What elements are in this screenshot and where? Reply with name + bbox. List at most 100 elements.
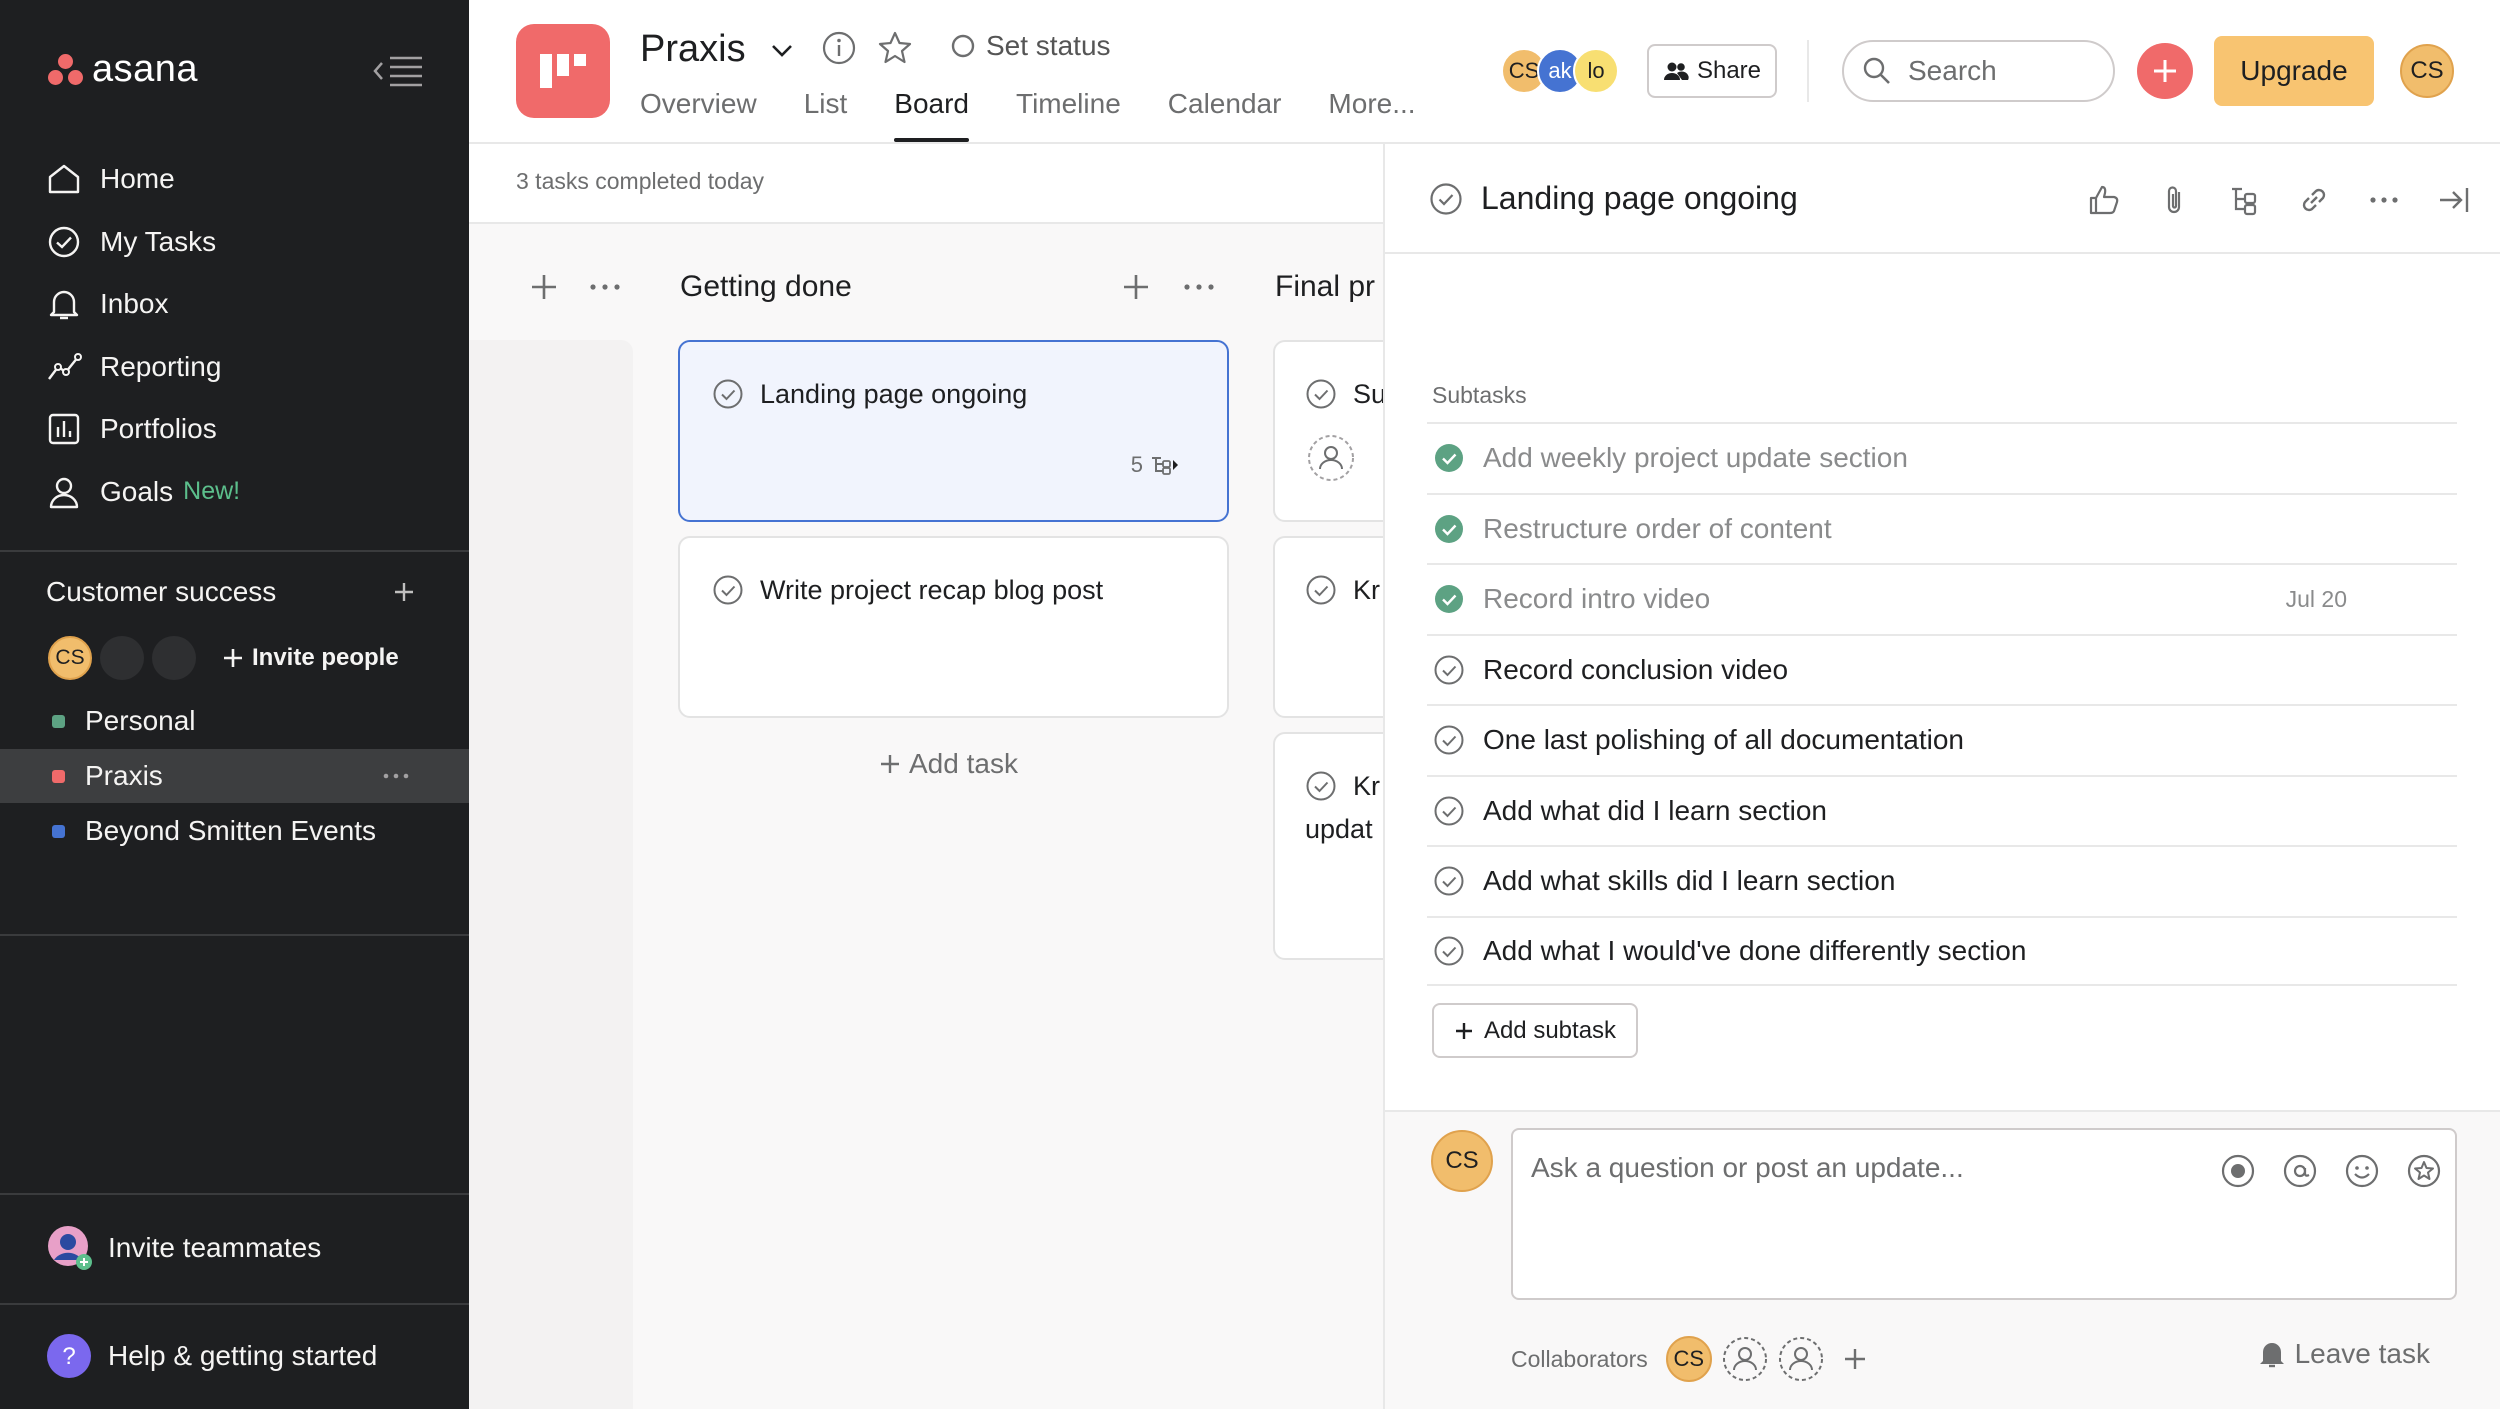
appreciation-star-icon[interactable]: [2405, 1152, 2443, 1190]
task-card[interactable]: Kr: [1273, 536, 1383, 718]
subtask-row[interactable]: Restructure order of content: [1427, 492, 2457, 564]
column-title[interactable]: Final pr: [1275, 270, 1375, 304]
record-icon[interactable]: [2219, 1152, 2257, 1190]
sidebar-item-reporting[interactable]: Reporting: [46, 336, 240, 399]
sidebar-item-inbox[interactable]: Inbox: [46, 273, 240, 336]
avatar[interactable]: lo: [1573, 48, 1619, 94]
tab-calendar[interactable]: Calendar: [1168, 88, 1282, 142]
invite-teammates-button[interactable]: Invite teammates: [46, 1224, 321, 1272]
emoji-icon[interactable]: [2343, 1152, 2381, 1190]
subtask-due-date[interactable]: Jul 20: [2286, 586, 2347, 613]
assignee-placeholder-icon[interactable]: [1307, 434, 1355, 482]
complete-check-icon[interactable]: [712, 574, 744, 606]
add-collaborator-icon[interactable]: [1842, 1346, 1868, 1372]
project-icon[interactable]: [516, 24, 610, 118]
task-detail-title[interactable]: Landing page ongoing: [1429, 180, 1798, 217]
subtask-row[interactable]: Record conclusion video: [1427, 633, 2457, 705]
subtask-row[interactable]: Add weekly project update section: [1427, 422, 2457, 493]
add-column-task-icon[interactable]: [529, 272, 559, 302]
avatar[interactable]: CS: [1431, 1130, 1493, 1192]
complete-check-icon[interactable]: [1429, 182, 1463, 216]
search-input[interactable]: Search: [1842, 40, 2115, 102]
complete-check-icon[interactable]: [1433, 935, 1465, 967]
help-button[interactable]: ? Help & getting started: [46, 1333, 377, 1379]
share-button[interactable]: Share: [1647, 44, 1777, 98]
sidebar-item-my-tasks[interactable]: My Tasks: [46, 211, 240, 274]
completed-check-icon[interactable]: [1433, 442, 1465, 474]
tab-overview[interactable]: Overview: [640, 88, 757, 142]
add-subtask-button[interactable]: Add subtask: [1432, 1003, 1638, 1058]
subtask-count[interactable]: 5: [1131, 452, 1179, 478]
subtask-label[interactable]: Add what did I learn section: [1483, 795, 1827, 827]
tab-board[interactable]: Board: [894, 88, 969, 142]
sidebar-item-home[interactable]: Home: [46, 148, 240, 211]
complete-check-icon[interactable]: [1305, 770, 1337, 802]
subtask-row[interactable]: One last polishing of all documentation: [1427, 704, 2457, 775]
tab-list[interactable]: List: [804, 88, 848, 142]
project-title[interactable]: Praxis: [640, 28, 796, 71]
more-icon[interactable]: [2364, 180, 2404, 220]
collapse-sidebar-icon[interactable]: [372, 54, 424, 88]
chevron-down-icon[interactable]: [768, 36, 796, 64]
task-card[interactable]: Write project recap blog post: [678, 536, 1229, 718]
avatar[interactable]: CS: [1665, 1336, 1712, 1382]
like-icon[interactable]: [2084, 180, 2124, 220]
link-icon[interactable]: [2294, 180, 2334, 220]
close-pane-icon[interactable]: [2434, 180, 2474, 220]
project-members[interactable]: CS ak lo: [1501, 48, 1619, 94]
info-icon[interactable]: [821, 30, 857, 66]
add-column-task-icon[interactable]: [1121, 272, 1151, 302]
sidebar-project-beyond-smitten-events[interactable]: Beyond Smitten Events: [0, 804, 469, 858]
add-task-button[interactable]: Add task: [879, 748, 1018, 780]
complete-check-icon[interactable]: [1433, 795, 1465, 827]
subtask-label[interactable]: Restructure order of content: [1483, 513, 1832, 545]
task-card[interactable]: Kr updat: [1273, 732, 1383, 960]
plus-icon[interactable]: [392, 580, 416, 604]
subtask-row[interactable]: Record intro video Jul 20: [1427, 563, 2457, 634]
tab-more[interactable]: More...: [1328, 88, 1415, 142]
subtask-row[interactable]: Add what did I learn section: [1427, 774, 2457, 846]
task-card[interactable]: Landing page ongoing 5: [678, 340, 1229, 522]
user-avatar[interactable]: CS: [2400, 44, 2454, 98]
asana-logo[interactable]: asana: [48, 48, 198, 91]
completed-check-icon[interactable]: [1433, 583, 1465, 615]
subtask-label[interactable]: Add weekly project update section: [1483, 442, 1908, 474]
subtask-label[interactable]: Add what skills did I learn section: [1483, 865, 1895, 897]
subtask-icon[interactable]: [2224, 180, 2264, 220]
complete-check-icon[interactable]: [1305, 378, 1337, 410]
sidebar-project-personal[interactable]: Personal: [0, 694, 469, 748]
tab-timeline[interactable]: Timeline: [1016, 88, 1121, 142]
subtask-row[interactable]: Add what I would've done differently sec…: [1427, 915, 2457, 986]
upgrade-button[interactable]: Upgrade: [2214, 36, 2374, 106]
comment-input[interactable]: Ask a question or post an update...: [1511, 1128, 2457, 1300]
more-icon[interactable]: [1181, 272, 1217, 302]
invite-people-button[interactable]: Invite people: [222, 644, 399, 672]
mention-icon[interactable]: [2281, 1152, 2319, 1190]
complete-check-icon[interactable]: [1433, 724, 1465, 756]
subtask-label[interactable]: One last polishing of all documentation: [1483, 724, 1964, 756]
star-icon[interactable]: [877, 30, 913, 66]
subtask-label[interactable]: Add what I would've done differently sec…: [1483, 935, 2026, 967]
subtask-row[interactable]: Add what skills did I learn section: [1427, 845, 2457, 916]
set-status-button[interactable]: Set status: [950, 30, 1111, 62]
attachment-icon[interactable]: [2154, 180, 2194, 220]
task-card[interactable]: Su: [1273, 340, 1383, 522]
complete-check-icon[interactable]: [1305, 574, 1337, 606]
sidebar-project-praxis[interactable]: Praxis: [0, 749, 469, 803]
subtask-label[interactable]: Record conclusion video: [1483, 654, 1788, 686]
complete-check-icon[interactable]: [1433, 654, 1465, 686]
leave-task-button[interactable]: Leave task: [2257, 1338, 2430, 1370]
completed-check-icon[interactable]: [1433, 513, 1465, 545]
quick-add-button[interactable]: [2137, 43, 2193, 99]
team-header[interactable]: Customer success: [46, 576, 416, 608]
more-icon[interactable]: [587, 272, 623, 302]
subtask-label[interactable]: Record intro video: [1483, 583, 1710, 615]
collaborator-placeholder-icon[interactable]: [1778, 1336, 1824, 1382]
sidebar-item-portfolios[interactable]: Portfolios: [46, 398, 240, 461]
complete-check-icon[interactable]: [1433, 865, 1465, 897]
avatar[interactable]: CS: [48, 636, 92, 680]
sidebar-item-goals[interactable]: Goals New!: [46, 461, 240, 524]
complete-check-icon[interactable]: [712, 378, 744, 410]
collaborator-placeholder-icon[interactable]: [1722, 1336, 1768, 1382]
column-title[interactable]: Getting done: [680, 270, 852, 304]
